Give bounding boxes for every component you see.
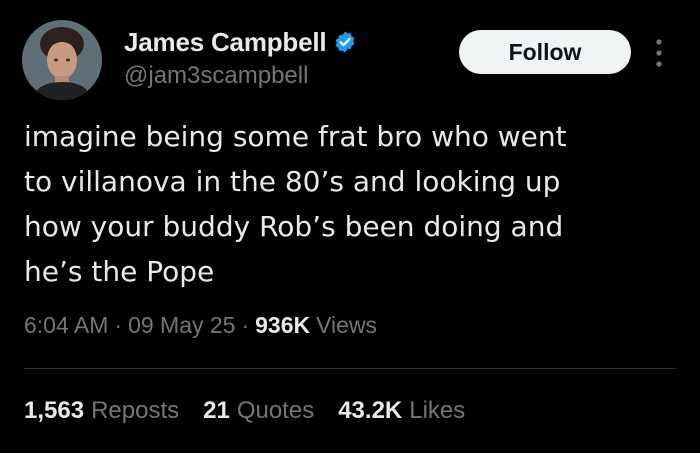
avatar-photo-icon bbox=[22, 20, 102, 100]
divider bbox=[24, 368, 676, 369]
meta-separator: · bbox=[114, 312, 123, 338]
author-name-row: James Campbell bbox=[124, 26, 357, 58]
tweet-time[interactable]: 6:04 AM bbox=[24, 312, 108, 339]
likes-label: Likes bbox=[409, 397, 466, 424]
views-label: Views bbox=[316, 312, 378, 338]
verified-badge-icon[interactable] bbox=[333, 30, 357, 54]
likes-count: 43.2K bbox=[338, 397, 403, 424]
author-handle[interactable]: @jam3scampbell bbox=[124, 62, 308, 90]
tweet-text: imagine being some frat bro who went to … bbox=[24, 120, 567, 288]
more-vertical-icon[interactable] bbox=[652, 36, 666, 70]
reposts-label: Reposts bbox=[91, 397, 180, 424]
author-display-name[interactable]: James Campbell bbox=[124, 27, 327, 58]
quotes-stat[interactable]: 21 Quotes bbox=[203, 397, 314, 425]
meta-separator: · bbox=[241, 312, 250, 338]
quotes-count: 21 bbox=[203, 397, 230, 424]
follow-button[interactable]: Follow bbox=[459, 30, 631, 74]
engagement-stats: 1,563 Reposts 21 Quotes 43.2K Likes bbox=[24, 397, 489, 425]
likes-stat[interactable]: 43.2K Likes bbox=[338, 397, 465, 425]
reposts-stat[interactable]: 1,563 Reposts bbox=[24, 397, 179, 425]
tweet-date[interactable]: 09 May 25 bbox=[128, 312, 235, 339]
tweet-meta: 6:04 AM · 09 May 25 · 936K Views bbox=[24, 312, 377, 339]
quotes-label: Quotes bbox=[236, 397, 315, 424]
avatar[interactable] bbox=[22, 20, 102, 100]
reposts-count: 1,563 bbox=[24, 397, 85, 424]
tweet-card: James Campbell @jam3scampbell Follow ima… bbox=[0, 0, 700, 453]
views-count: 936K bbox=[255, 312, 311, 338]
